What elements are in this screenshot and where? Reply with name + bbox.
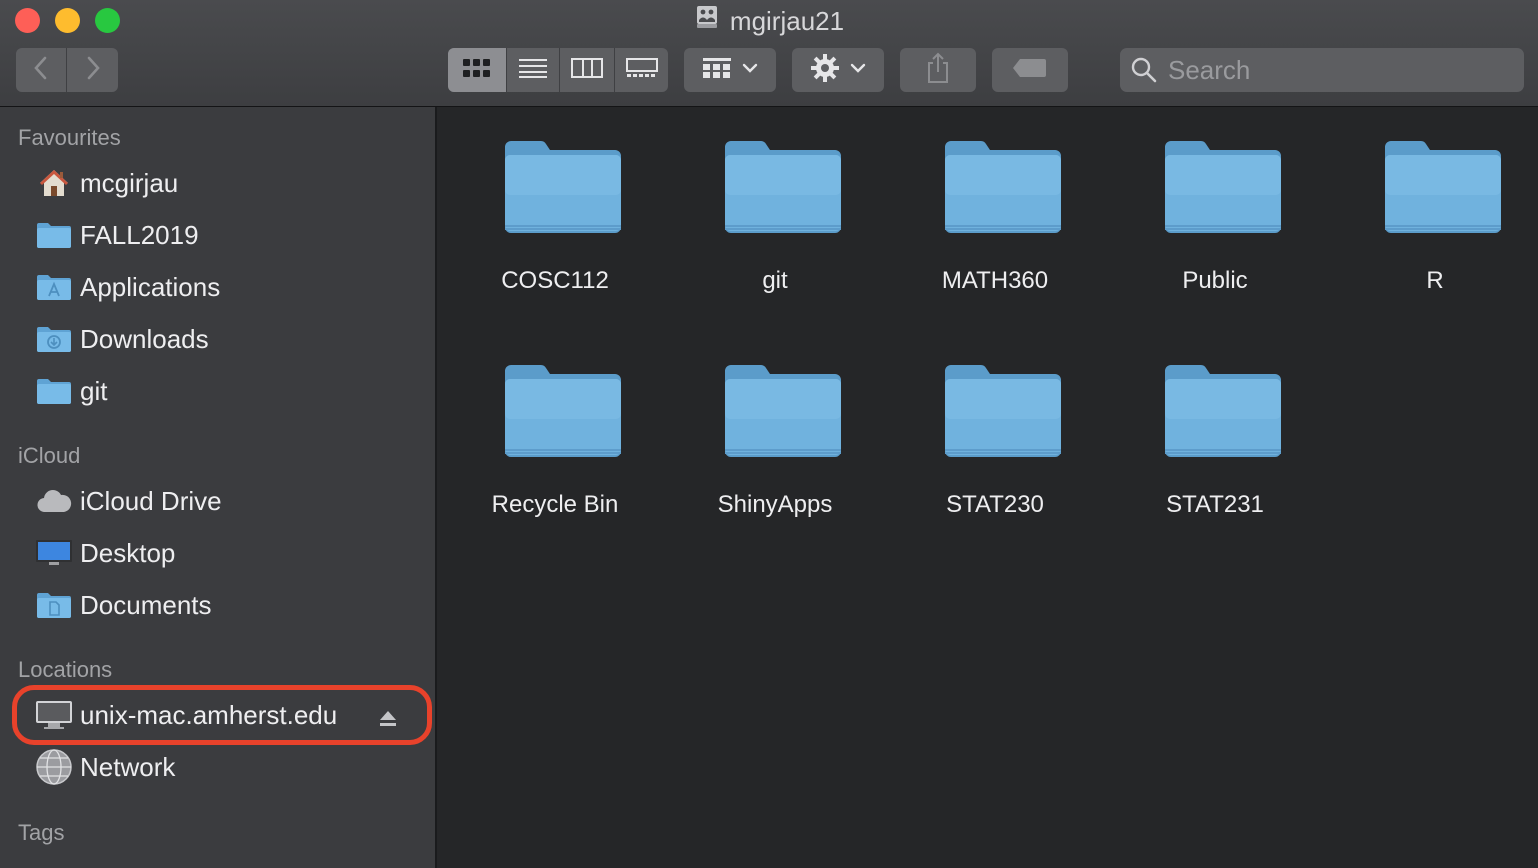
- folder-name: STAT230: [946, 491, 1044, 518]
- sidebar-item-documents[interactable]: Documents: [34, 585, 424, 625]
- sidebar-item-mcgirjau[interactable]: mcgirjau: [34, 163, 424, 203]
- list-icon: [518, 57, 548, 84]
- sidebar-section-tags: Tags: [18, 820, 65, 845]
- folder-item[interactable]: Recycle Bin: [445, 331, 665, 541]
- folder-icon: [723, 363, 843, 464]
- sidebar-item-label: Applications: [80, 271, 221, 302]
- desktop-icon: [34, 533, 74, 573]
- sidebar-item-label: Downloads: [80, 323, 209, 354]
- downloads-folder-icon: [34, 319, 74, 359]
- sidebar-item-label: FALL2019: [80, 219, 199, 250]
- folder-item[interactable]: COSC112: [445, 107, 665, 317]
- folder-icon: [723, 139, 843, 240]
- folder-icon: [943, 139, 1063, 240]
- network-globe-icon: [34, 747, 74, 787]
- folder-name: ShinyApps: [717, 491, 833, 518]
- sidebar-item-server[interactable]: unix-mac.amherst.edu: [34, 695, 424, 735]
- sidebar-item-label: git: [80, 375, 108, 406]
- eject-icon[interactable]: [378, 705, 398, 736]
- folder-item[interactable]: STAT230: [885, 331, 1105, 541]
- folder-item[interactable]: ShinyApps: [665, 331, 885, 541]
- back-button[interactable]: [16, 48, 66, 92]
- folder-icon: [503, 363, 623, 464]
- folder-icon: [503, 139, 623, 240]
- folder-name: STAT231: [1166, 491, 1264, 518]
- sidebar-item-desktop[interactable]: Desktop: [34, 533, 424, 573]
- folder-name: R: [1426, 267, 1444, 294]
- chevron-down-icon: [850, 61, 866, 79]
- shared-drive-icon: [694, 4, 720, 38]
- folder-name: Public: [1182, 267, 1248, 294]
- folder-name: git: [762, 267, 788, 294]
- folder-icon: [34, 371, 74, 411]
- cloud-icon: [34, 481, 74, 521]
- folder-item[interactable]: git: [665, 107, 885, 317]
- gallery-icon: [625, 57, 658, 84]
- chevron-right-icon: [84, 55, 102, 86]
- folder-icon: [1163, 363, 1283, 464]
- folder-item[interactable]: R: [1325, 107, 1538, 317]
- applications-folder-icon: [34, 267, 74, 307]
- sidebar-item-label: Desktop: [80, 537, 176, 568]
- gallery-view-button[interactable]: [615, 48, 668, 92]
- gear-icon: [810, 53, 840, 88]
- home-icon: [34, 163, 74, 203]
- folder-item[interactable]: STAT231: [1105, 331, 1325, 541]
- sidebar-item-icloud-drive[interactable]: iCloud Drive: [34, 481, 424, 521]
- sidebar-item-git[interactable]: git: [34, 371, 424, 411]
- folder-item[interactable]: Public: [1105, 107, 1325, 317]
- action-menu-button[interactable]: [792, 48, 884, 92]
- share-button[interactable]: [900, 48, 976, 92]
- sidebar-item-label: Documents: [80, 589, 212, 620]
- list-view-button[interactable]: [507, 48, 559, 92]
- search-input[interactable]: [1166, 53, 1510, 87]
- tag-icon: [1012, 57, 1048, 84]
- sidebar-section-favourites: Favourites: [18, 125, 121, 150]
- group-grid-icon: [702, 56, 732, 85]
- forward-button[interactable]: [67, 48, 118, 92]
- folder-icon: [1383, 139, 1503, 240]
- columns-icon: [571, 57, 603, 84]
- grid-icon: [462, 57, 492, 84]
- search-field[interactable]: [1120, 48, 1524, 92]
- icon-view-button[interactable]: [448, 48, 506, 92]
- chevron-down-icon: [742, 61, 758, 79]
- folder-name: MATH360: [941, 267, 1049, 294]
- folder-item[interactable]: MATH360: [885, 107, 1105, 317]
- sidebar-item-label: unix-mac.amherst.edu: [80, 699, 338, 730]
- sidebar: Favourites mcgirjau FALL2019 Application…: [0, 107, 437, 868]
- folder-icon: [1163, 139, 1283, 240]
- tag-button[interactable]: [992, 48, 1068, 92]
- folder-icon: [34, 215, 74, 255]
- toolbar: mgirjau21: [0, 0, 1538, 107]
- share-icon: [925, 52, 951, 89]
- sidebar-item-label: iCloud Drive: [80, 485, 222, 516]
- server-monitor-icon: [34, 695, 74, 735]
- sidebar-item-network[interactable]: Network: [34, 747, 424, 787]
- window-title-text: mgirjau21: [729, 6, 845, 36]
- sidebar-section-locations: Locations: [18, 657, 113, 682]
- folder-name: COSC112: [501, 267, 609, 294]
- finder-window: mgirjau21 Search Favourites mcgirjau FAL…: [0, 0, 1538, 868]
- sidebar-item-applications[interactable]: Applications: [34, 267, 424, 307]
- column-view-button[interactable]: [560, 48, 614, 92]
- view-mode-control: [448, 48, 668, 92]
- window-title: mgirjau21: [0, 4, 1538, 38]
- folder-content-area: COSC112 git MATH360 Public R Recycle Bin Shiny…: [439, 107, 1538, 868]
- folder-icon: [943, 363, 1063, 464]
- sidebar-item-label: mcgirjau: [80, 167, 179, 198]
- sidebar-item-label: Network: [80, 751, 176, 782]
- sidebar-item-downloads[interactable]: Downloads: [34, 319, 424, 359]
- documents-folder-icon: [34, 585, 74, 625]
- chevron-left-icon: [32, 55, 50, 86]
- sidebar-section-icloud: iCloud: [18, 443, 81, 468]
- group-by-button[interactable]: [684, 48, 776, 92]
- navigation-buttons: [16, 48, 118, 92]
- sidebar-item-fall2019[interactable]: FALL2019: [34, 215, 424, 255]
- search-icon: [1130, 56, 1158, 84]
- folder-name: Recycle Bin: [491, 491, 619, 518]
